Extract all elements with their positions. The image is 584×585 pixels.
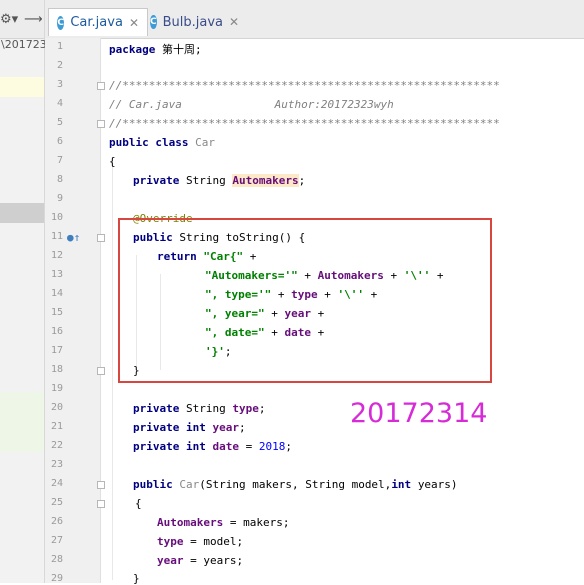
editor-tab-bar: C Car.java ✕ C Bulb.java ✕	[45, 0, 584, 39]
line-number: 6	[56, 136, 63, 147]
java-class-icon: C	[57, 15, 65, 30]
line-number: 27	[50, 535, 63, 546]
indent-guide	[112, 160, 113, 580]
fold-marker-icon[interactable]	[97, 481, 105, 489]
line-number: 7	[56, 155, 63, 166]
close-icon[interactable]: ✕	[229, 15, 239, 29]
line-number: 16	[50, 326, 63, 337]
fold-marker-icon[interactable]	[97, 367, 105, 375]
project-panel	[0, 0, 45, 583]
line-number: 24	[50, 478, 63, 489]
project-row-highlight	[0, 77, 44, 97]
line-number: 9	[56, 193, 63, 204]
line-number: 26	[50, 516, 63, 527]
code-line-27[interactable]: type = model;	[157, 535, 243, 548]
code-line-29[interactable]: }	[133, 572, 140, 585]
code-line-25[interactable]: {	[135, 497, 142, 510]
code-line-22[interactable]: private int date = 2018;	[133, 440, 292, 453]
code-line-1[interactable]: package 第十周;	[109, 41, 202, 57]
line-number: 2	[56, 60, 63, 71]
line-number: 28	[50, 554, 63, 565]
fold-marker-icon[interactable]	[97, 234, 105, 242]
fold-marker-icon[interactable]	[97, 120, 105, 128]
code-line-21[interactable]: private int year;	[133, 421, 246, 434]
line-number: 10	[50, 212, 63, 223]
line-number: 25	[50, 497, 63, 508]
annotation-box	[118, 218, 492, 383]
code-line-5[interactable]: //**************************************…	[109, 117, 500, 130]
code-line-3[interactable]: //**************************************…	[109, 79, 500, 92]
java-class-icon: C	[150, 15, 157, 29]
line-number: 13	[50, 269, 63, 280]
line-number: 3	[56, 79, 63, 90]
project-row-selected[interactable]	[0, 203, 44, 223]
line-number: 29	[50, 573, 63, 584]
line-number: 14	[50, 288, 63, 299]
code-line-20[interactable]: private String type;	[133, 402, 265, 415]
line-number: 5	[56, 117, 63, 128]
line-number: 12	[50, 250, 63, 261]
override-gutter-icon[interactable]: ●↑	[67, 231, 80, 244]
line-number: 20	[50, 402, 63, 413]
code-line-6[interactable]: public class Car	[109, 136, 215, 149]
project-row-changed	[0, 392, 44, 452]
project-path: \201723	[1, 38, 47, 51]
code-line-24[interactable]: public Car(String makers, String model,i…	[133, 478, 458, 491]
tab-label: Car.java	[70, 15, 123, 30]
line-number: 18	[50, 364, 63, 375]
line-number: 17	[50, 345, 63, 356]
code-line-7[interactable]: {	[109, 155, 116, 168]
code-line-28[interactable]: year = years;	[157, 554, 243, 567]
tab-label: Bulb.java	[162, 14, 224, 30]
student-id-watermark: 20172314	[350, 398, 488, 429]
line-number: 11	[50, 231, 63, 242]
code-line-8[interactable]: private String Automakers;	[133, 174, 305, 187]
line-number: 19	[50, 383, 63, 394]
close-icon[interactable]: ✕	[129, 16, 139, 30]
collapse-icon[interactable]: ⟶	[24, 12, 43, 27]
fold-marker-icon[interactable]	[97, 500, 105, 508]
project-toolbar: ⚙▾ ⟶	[0, 0, 44, 39]
tab-car-java[interactable]: C Car.java ✕	[48, 8, 148, 36]
tab-bulb-java[interactable]: C Bulb.java ✕	[142, 8, 240, 36]
line-number: 21	[50, 421, 63, 432]
fold-marker-icon[interactable]	[97, 82, 105, 90]
code-line-4[interactable]: // Car.java Author:20172323wyh	[109, 98, 394, 111]
line-number: 8	[56, 174, 63, 185]
gear-icon[interactable]: ⚙▾	[0, 12, 18, 27]
code-line-26[interactable]: Automakers = makers;	[157, 516, 289, 529]
line-number: 22	[50, 440, 63, 451]
line-number: 4	[56, 98, 63, 109]
line-number: 1	[56, 41, 63, 52]
line-number: 23	[50, 459, 63, 470]
line-number: 15	[50, 307, 63, 318]
